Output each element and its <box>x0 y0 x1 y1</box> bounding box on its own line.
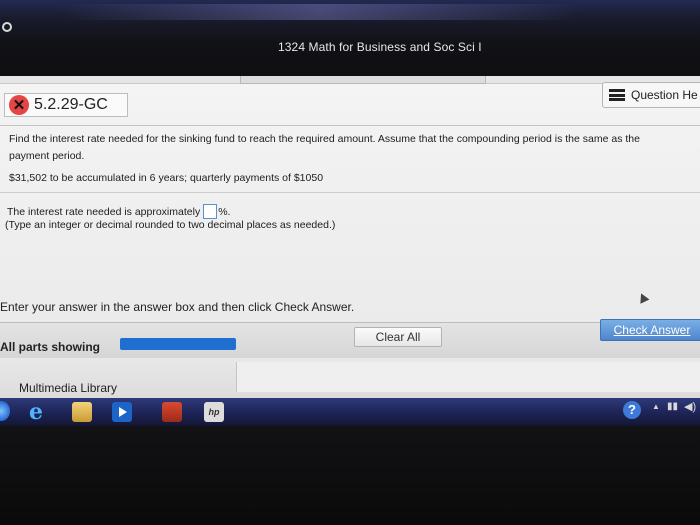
answer-input[interactable] <box>203 204 218 219</box>
system-circle-icon[interactable] <box>2 22 12 32</box>
chevron-up-icon[interactable]: ▲ <box>652 402 660 411</box>
answer-hint: (Type an integer or decimal rounded to t… <box>5 219 336 231</box>
help-icon[interactable]: ? <box>623 401 641 419</box>
course-title: 1324 Math for Business and Soc Sci I <box>278 40 482 54</box>
hp-icon[interactable]: hp <box>204 402 224 422</box>
divider <box>0 192 700 193</box>
screen: 1324 Math for Business and Soc Sci I ✕ 5… <box>0 0 700 525</box>
given-data: $31,502 to be accumulated in 6 years; qu… <box>9 172 324 184</box>
question-id: 5.2.29-GC <box>34 96 108 113</box>
enter-answer-message: Enter your answer in the answer box and … <box>0 300 355 314</box>
media-player-icon[interactable] <box>112 402 132 422</box>
screen-bezel <box>0 426 700 525</box>
bottom-bar <box>0 322 700 358</box>
instruction-line-2: payment period. <box>9 150 85 162</box>
media-panel <box>236 362 700 392</box>
volume-icon[interactable]: ◀) <box>684 400 696 413</box>
check-answer-button[interactable]: Check Answer <box>600 319 700 341</box>
file-explorer-icon[interactable] <box>72 402 92 422</box>
top-bar: 1324 Math for Business and Soc Sci I <box>0 0 700 78</box>
question-id-box: ✕ 5.2.29-GC <box>4 93 128 117</box>
tab-active[interactable] <box>240 76 486 84</box>
parts-showing-label: All parts showing <box>0 340 101 354</box>
progress-bar <box>120 338 236 350</box>
answer-line: The interest rate needed is approximatel… <box>7 204 230 219</box>
question-help-label: Question He <box>631 88 698 102</box>
divider <box>0 125 700 126</box>
network-icon[interactable]: ▮▮ <box>667 401 678 412</box>
folder-icon[interactable] <box>162 402 182 422</box>
taskbar <box>0 398 700 426</box>
multimedia-library-link[interactable]: Multimedia Library <box>19 381 117 395</box>
tab-strip <box>0 76 700 84</box>
internet-explorer-icon[interactable]: e <box>26 401 46 423</box>
top-glare <box>60 4 580 20</box>
answer-prefix: The interest rate needed is approximatel… <box>7 205 201 218</box>
list-icon <box>609 89 625 101</box>
instruction-line-1: Find the interest rate needed for the si… <box>9 133 640 145</box>
question-help-button[interactable]: Question He <box>602 82 700 108</box>
clear-all-button[interactable]: Clear All <box>354 327 442 347</box>
answer-suffix: %. <box>218 205 231 218</box>
x-circle-icon: ✕ <box>9 95 29 115</box>
